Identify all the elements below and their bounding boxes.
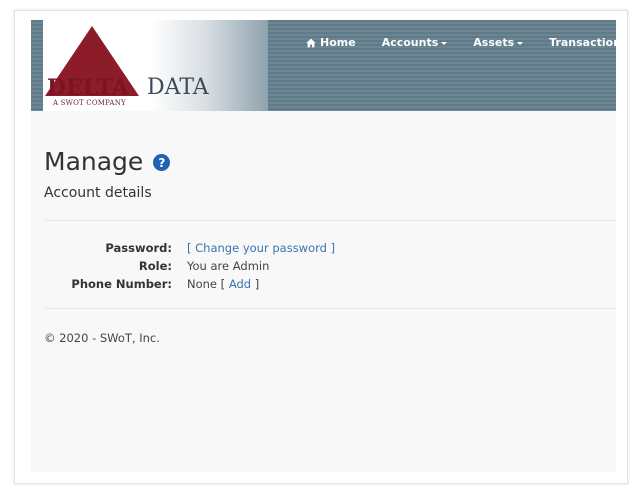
- footer-divider: [44, 308, 616, 309]
- password-label: Password:: [105, 241, 172, 255]
- screenshot-background: DELTA DATA A SWoT COMPANY Home Accounts …: [0, 0, 642, 493]
- role-value: You are Admin: [187, 259, 270, 273]
- detail-row-password: Password: [ Change your password ]: [31, 239, 335, 257]
- page: DELTA DATA A SWoT COMPANY Home Accounts …: [31, 20, 616, 472]
- nav-item-accounts[interactable]: Accounts: [382, 36, 448, 49]
- phone-label: Phone Number:: [71, 277, 172, 291]
- bracket-close: ]: [326, 241, 336, 255]
- divider: [44, 220, 616, 221]
- nav-item-transactions[interactable]: Transactions: [549, 36, 616, 49]
- role-label: Role:: [138, 259, 172, 273]
- caret-down-icon: [517, 41, 524, 45]
- password-value: [ Change your password ]: [187, 241, 335, 255]
- brand-logo[interactable]: DELTA DATA A SWoT COMPANY: [43, 20, 268, 111]
- logo-text-data: DATA: [147, 75, 209, 100]
- detail-row-phone: Phone Number: None [ Add ]: [31, 275, 335, 293]
- caret-down-icon: [441, 41, 448, 45]
- detail-row-role: Role: You are Admin: [31, 257, 335, 275]
- nav-item-accounts-label: Accounts: [381, 36, 439, 49]
- nav-item-transactions-label: Transactions: [549, 36, 616, 49]
- nav-item-assets-label: Assets: [473, 36, 515, 49]
- help-icon[interactable]: ?: [153, 154, 171, 171]
- nav-item-assets[interactable]: Assets: [473, 36, 524, 49]
- phone-value: None [ Add ]: [187, 277, 259, 291]
- footer-copyright: © 2020 - SWoT, Inc.: [44, 331, 160, 345]
- home-icon: [306, 38, 316, 47]
- logo-text-delta: DELTA: [47, 75, 129, 101]
- bracket-close: ]: [251, 277, 260, 291]
- nav-menu: Home Accounts Assets Transactions: [306, 36, 616, 49]
- account-details-list: Password: [ Change your password ] Role:…: [31, 239, 335, 293]
- nav-item-home-label: Home: [320, 36, 356, 49]
- bracket-open: [: [187, 241, 196, 255]
- logo-tagline: A SWoT COMPANY: [53, 99, 126, 107]
- change-password-link[interactable]: Change your password: [195, 241, 327, 255]
- page-title: Manage: [44, 147, 144, 176]
- title-row: Manage ?: [44, 147, 171, 176]
- nav-item-home[interactable]: Home: [306, 36, 356, 49]
- add-phone-link[interactable]: Add: [229, 277, 251, 291]
- phone-none-text: None [: [187, 277, 229, 291]
- navbar: DELTA DATA A SWoT COMPANY Home Accounts …: [31, 20, 616, 111]
- page-subtitle: Account details: [44, 185, 152, 201]
